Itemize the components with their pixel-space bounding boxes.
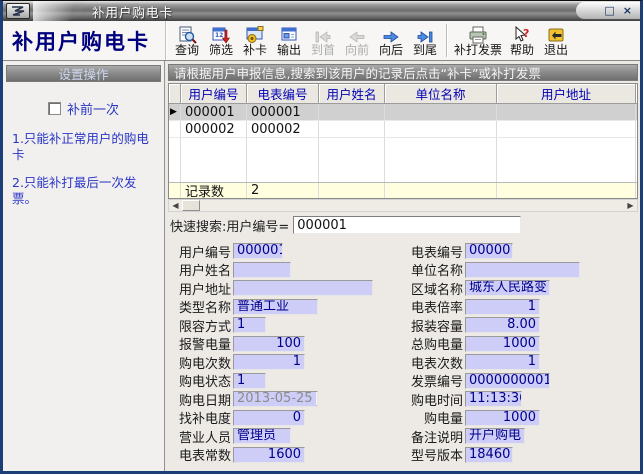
meter-ratio-field[interactable]: 1 — [465, 299, 540, 315]
area-name-field[interactable]: 城东人民路变 — [465, 280, 550, 296]
remark-field[interactable]: 开户购电 — [465, 428, 525, 444]
column-header-clipped — [636, 84, 638, 104]
detail-form: 用户编号000001 用户姓名 用户地址 类型名称普通工业 限容方式1 报警电量… — [168, 238, 638, 471]
help-cursor-icon: ? — [513, 25, 532, 44]
last-button[interactable]: 到尾 — [408, 21, 442, 60]
purchase-time-field[interactable]: 11:13:36 — [465, 391, 522, 407]
checkbox-label: 补前一次 — [67, 99, 119, 118]
row-pointer: ▶ — [169, 104, 181, 120]
quick-search-bar: 快速搜索:用户编号= — [168, 212, 638, 238]
rewrite-card-button[interactable]: 补卡 — [238, 21, 272, 60]
purchase-status-field[interactable]: 1 — [233, 373, 266, 389]
record-count-value: 2 — [247, 183, 319, 198]
filter-calendar-icon: 12 — [212, 25, 230, 44]
alarm-energy-field[interactable]: 100 — [233, 336, 305, 352]
toolbar-separator — [446, 24, 447, 57]
purchase-times-field[interactable]: 1 — [233, 354, 305, 370]
unit-name-field[interactable] — [465, 262, 580, 278]
column-header-user-no[interactable]: 用户编号 — [181, 84, 247, 104]
quick-search-input[interactable] — [293, 216, 521, 234]
titlebar-swoosh — [33, 1, 85, 21]
indicator-column-header — [169, 84, 181, 104]
installed-capacity-field[interactable]: 8.00 — [465, 317, 540, 333]
sidebar-note-2: 2.只能补打最后一次发票。 — [12, 175, 157, 206]
exit-icon — [547, 25, 565, 44]
nav-first-icon — [314, 25, 332, 44]
page-title: 补用户购电卡 — [3, 21, 166, 60]
table-footer: 记录数 2 — [169, 182, 637, 198]
help-button[interactable]: ? 帮助 — [505, 21, 539, 60]
toolbar-buttons: 查询 12 筛选 补卡 输出 — [166, 21, 573, 60]
titlebar[interactable]: 补用户购电卡 □ × — [3, 1, 640, 21]
filter-button[interactable]: 12 筛选 — [204, 21, 238, 60]
meter-times-field[interactable]: 1 — [465, 354, 540, 370]
redo-previous-checkbox[interactable]: 补前一次 — [6, 99, 161, 118]
user-no-field[interactable]: 000001 — [233, 243, 283, 259]
instruction-bar: 请根据用户申报信息,搜索到该用户的记录后点击“补卡”或补打发票 — [168, 64, 638, 81]
record-count-label: 记录数 — [181, 183, 247, 198]
user-name-field[interactable] — [233, 262, 291, 278]
export-window-icon — [280, 25, 299, 44]
window-controls: □ × — [576, 2, 640, 19]
operator-field[interactable]: 管理员 — [233, 428, 291, 444]
form-left-column: 用户编号000001 用户姓名 用户地址 类型名称普通工业 限容方式1 报警电量… — [179, 243, 373, 471]
column-header-user-address[interactable]: 用户地址 — [497, 84, 636, 104]
column-header-meter-no[interactable]: 电表编号 — [247, 84, 319, 104]
meter-no-field[interactable]: 000001 — [465, 243, 513, 259]
table-header: 用户编号 电表编号 用户姓名 单位名称 用户地址 — [169, 84, 637, 104]
first-button: 到首 — [306, 21, 340, 60]
column-header-unit-name[interactable]: 单位名称 — [385, 84, 497, 104]
exit-button[interactable]: 退出 — [539, 21, 573, 60]
table-empty-area — [169, 138, 637, 182]
purchase-date-combo[interactable]: 2013-05-25 ▼ — [233, 391, 318, 407]
svg-text:?: ? — [523, 27, 529, 40]
purchase-energy-field[interactable]: 1000 — [465, 410, 540, 426]
invoice-no-field[interactable]: 0000000001 — [465, 373, 550, 389]
content: 设置操作 补前一次 1.只能补正常用户的购电卡 2.只能补打最后一次发票。 请根… — [3, 61, 640, 471]
column-header-user-name[interactable]: 用户姓名 — [319, 84, 385, 104]
form-right-column: 电表编号000001 单位名称 区域名称城东人民路变 电表倍率1 报装容量8.0… — [411, 243, 580, 471]
prev-button: 向前 — [340, 21, 374, 60]
scroll-right-icon[interactable]: ▶ — [624, 200, 637, 211]
app-window: 补用户购电卡 □ × 补用户购电卡 查询 12 筛选 — [0, 0, 643, 474]
meter-constant-field[interactable]: 1600 — [233, 447, 305, 463]
query-button[interactable]: 查询 — [170, 21, 204, 60]
sidebar-header: 设置操作 — [6, 65, 161, 82]
search-icon — [178, 25, 197, 44]
maximize-button[interactable]: □ — [604, 5, 614, 16]
app-logo-icon — [6, 3, 30, 19]
type-name-field[interactable]: 普通工业 — [233, 299, 318, 315]
sidebar-note-1: 1.只能补正常用户的购电卡 — [12, 131, 157, 162]
model-version-field[interactable]: 18460 — [465, 447, 513, 463]
checkbox-icon[interactable] — [48, 102, 61, 115]
limit-mode-field[interactable]: 1 — [233, 317, 266, 333]
card-icon — [245, 25, 265, 44]
user-table: 用户编号 电表编号 用户姓名 单位名称 用户地址 ▶ 000001 000001… — [168, 83, 638, 199]
window-title: 补用户购电卡 — [92, 2, 173, 21]
current-record-icon: ▶ — [170, 107, 177, 117]
scrollbar-thumb[interactable] — [182, 200, 200, 211]
nav-next-icon — [382, 25, 400, 44]
quick-search-label: 快速搜索:用户编号= — [170, 216, 289, 235]
toolbar: 补用户购电卡 查询 12 筛选 补卡 — [3, 21, 640, 61]
printer-icon — [468, 25, 488, 44]
main-panel: 请根据用户申报信息,搜索到该用户的记录后点击“补卡”或补打发票 用户编号 电表编… — [166, 61, 640, 471]
row-pointer — [169, 121, 181, 137]
export-button[interactable]: 输出 — [272, 21, 306, 60]
user-address-field[interactable] — [233, 280, 373, 296]
nav-last-icon — [416, 25, 434, 44]
adjust-energy-field[interactable]: 0 — [233, 410, 305, 426]
close-button[interactable]: × — [623, 5, 632, 16]
sidebar: 设置操作 补前一次 1.只能补正常用户的购电卡 2.只能补打最后一次发票。 — [3, 61, 166, 471]
reprint-invoice-button[interactable]: 补打发票 — [451, 21, 505, 60]
scroll-left-icon[interactable]: ◀ — [169, 200, 182, 211]
table-row[interactable]: 000002 000002 城 — [169, 121, 637, 138]
chevron-down-icon[interactable]: ▼ — [316, 392, 318, 406]
total-energy-field[interactable]: 1000 — [465, 336, 540, 352]
table-hscrollbar[interactable]: ◀ ▶ — [168, 199, 638, 212]
nav-prev-icon — [348, 25, 366, 44]
table-row[interactable]: ▶ 000001 000001 城 — [169, 104, 637, 121]
next-button[interactable]: 向后 — [374, 21, 408, 60]
